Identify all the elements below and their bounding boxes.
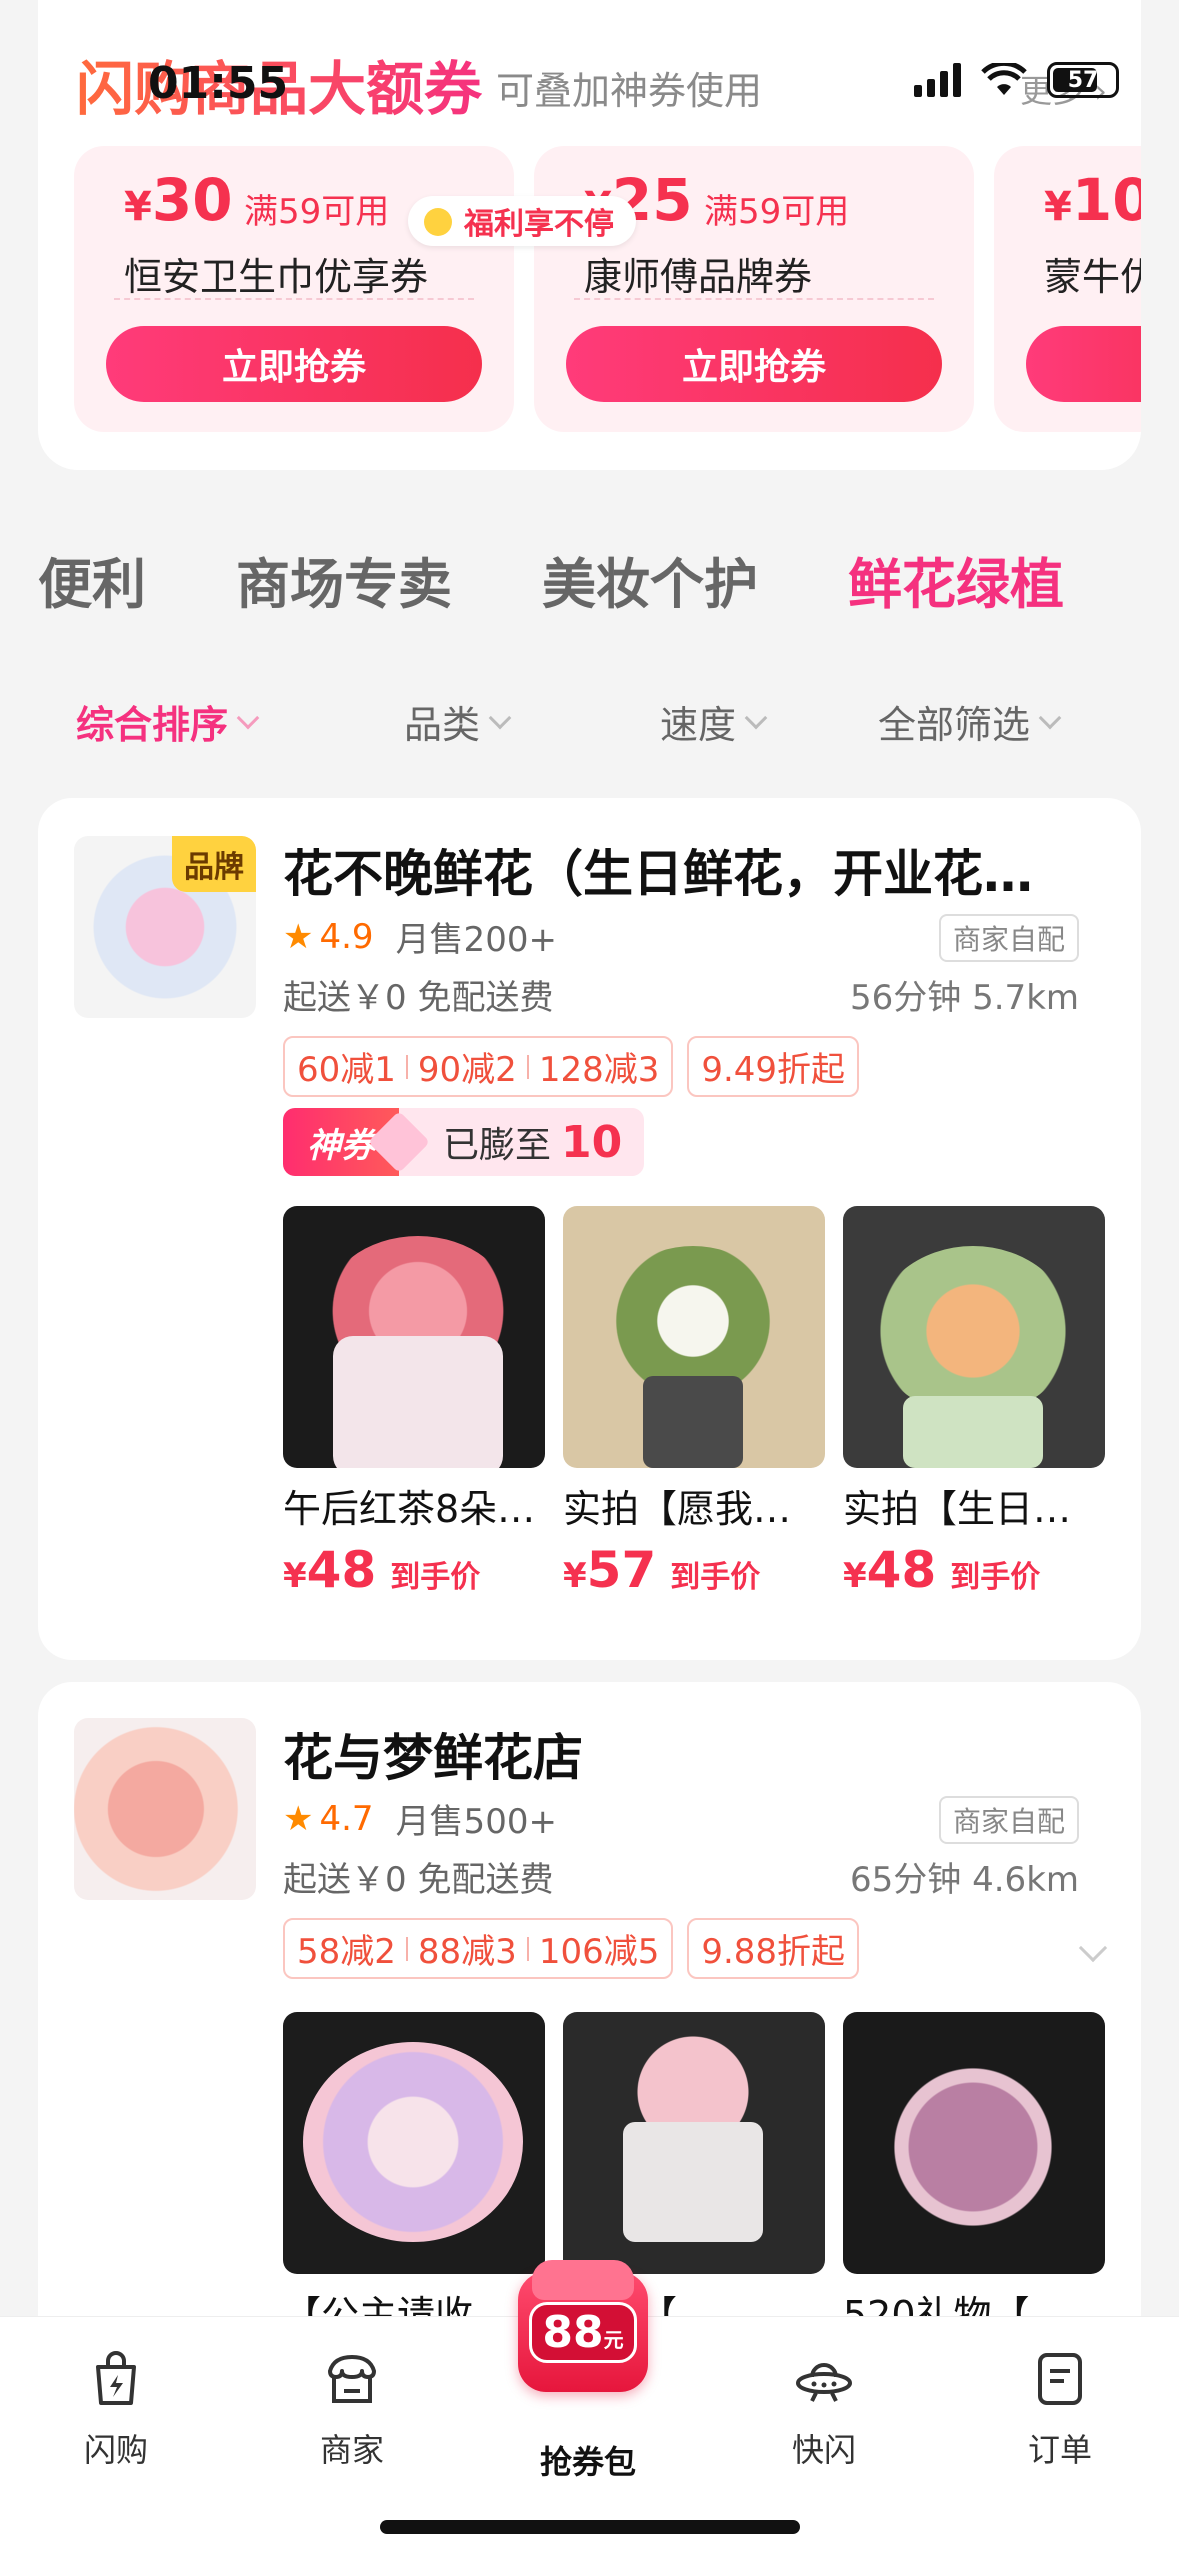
- coupon-card[interactable]: ¥25 满59可用 康师傅品牌券 立即抢券: [534, 146, 974, 432]
- coupon-condition: 满59可用: [244, 192, 390, 232]
- delivery-info: 起送￥0 免配送费: [283, 1860, 554, 1900]
- coupon-name: 恒安卫生巾优享券: [124, 255, 429, 299]
- product-image: [283, 1206, 545, 1468]
- grab-coupon-button[interactable]: 立即抢券: [106, 326, 482, 402]
- product-image: [563, 1206, 825, 1468]
- coupon-price: ¥10: [1044, 166, 1141, 234]
- coupon-name: 康师傅品牌券: [584, 255, 813, 299]
- tab-convenience[interactable]: 便利: [38, 540, 146, 619]
- store-icon: [328, 2355, 376, 2403]
- chevron-down-icon: [1038, 706, 1062, 729]
- battery-icon: 57: [1047, 62, 1119, 98]
- full-reduction-tag: 58减2 88减3 106减5: [283, 1918, 674, 1979]
- banner-subtitle: 可叠加神券使用: [496, 69, 763, 113]
- delivery-type-tag: 商家自配: [938, 914, 1079, 962]
- signal-icon: [914, 63, 961, 97]
- product-item[interactable]: 实拍【生日… ¥48 到手价: [843, 1206, 1105, 1599]
- delivery-info: 起送￥0 免配送费: [283, 978, 554, 1018]
- filter-bar: 综合排序 品类 速度 全部筛选: [0, 694, 1179, 754]
- shopping-bag-icon: [96, 2351, 136, 2405]
- ufo-icon: [796, 2363, 852, 2402]
- coin-icon: [424, 208, 452, 236]
- filter-category[interactable]: 品类: [404, 694, 512, 749]
- product-item[interactable]: 520礼物【…: [843, 2012, 1105, 2339]
- store-logo: [74, 1718, 256, 1900]
- tab-orders[interactable]: 订单: [980, 2347, 1140, 2471]
- order-list-icon: [1038, 2353, 1082, 2405]
- store-card[interactable]: 品牌 花不晚鲜花（生日鲜花，开业花… ★ 4.9 月售200+ 商家自配 起送￥…: [38, 798, 1141, 1660]
- store-name: 花与梦鲜花店: [283, 1729, 583, 1787]
- tab-mall[interactable]: 商场专卖: [236, 540, 452, 619]
- welfare-badge: 福利享不停: [408, 196, 636, 246]
- product-price: ¥48 到手价: [843, 1541, 1041, 1599]
- tab-coupon-pack[interactable]: 抢券包: [508, 2437, 668, 2483]
- product-image: [563, 2012, 825, 2274]
- product-image: [843, 1206, 1105, 1468]
- tab-beauty[interactable]: 美妆个护: [542, 540, 758, 619]
- brand-tag: 品牌: [172, 836, 256, 892]
- filter-sort[interactable]: 综合排序: [76, 694, 260, 749]
- tab-merchant[interactable]: 商家: [272, 2347, 432, 2471]
- filter-speed[interactable]: 速度: [660, 694, 768, 749]
- chevron-down-icon: [236, 706, 260, 729]
- coupon-card[interactable]: ¥30 满59可用 恒安卫生巾优享券 立即抢券: [74, 146, 514, 432]
- product-name: 实拍【愿我…: [563, 1487, 792, 1531]
- promo-tags: 58减2 88减3 106减5 9.88折起: [283, 1918, 860, 1979]
- grab-coupon-button[interactable]: [1026, 326, 1141, 402]
- grab-coupon-button[interactable]: 立即抢券: [566, 326, 942, 402]
- star-icon: ★: [283, 1798, 314, 1839]
- store-rating-row: ★ 4.7 月售500+: [283, 1798, 557, 1843]
- store-logo: 品牌: [74, 836, 256, 1018]
- status-time: 01:55: [148, 58, 289, 109]
- coupon-name: 蒙牛优: [1044, 255, 1141, 299]
- promo-tags: 60减1 90减2 128减3 9.49折起: [283, 1036, 860, 1097]
- product-price: ¥48 到手价: [283, 1541, 481, 1599]
- tab-flash[interactable]: 快闪: [744, 2347, 904, 2471]
- coupon-condition: 满59可用: [704, 192, 850, 232]
- status-icons: 57: [914, 62, 1119, 98]
- chevron-down-icon: [744, 706, 768, 729]
- coupon-redpack-button[interactable]: 88元: [518, 2260, 648, 2392]
- product-item[interactable]: 【公主请收…: [283, 2012, 545, 2339]
- filter-all[interactable]: 全部筛选: [878, 694, 1062, 749]
- product-price: ¥57 到手价: [563, 1541, 761, 1599]
- tab-flowers[interactable]: 鲜花绿植: [848, 540, 1064, 619]
- product-name: 午后红茶8朵…: [283, 1487, 536, 1531]
- discount-tag: 9.49折起: [687, 1036, 860, 1097]
- tab-flash-buy[interactable]: 闪购: [36, 2347, 196, 2471]
- store-rating-row: ★ 4.9 月售200+: [283, 916, 557, 961]
- category-tabs: 便利 商场专卖 美妆个护 鲜花绿植: [38, 540, 1154, 619]
- product-image: [283, 2012, 545, 2274]
- star-icon: ★: [283, 916, 314, 957]
- redpack-amount: 88元: [529, 2301, 637, 2363]
- distance-info: 56分钟 5.7km: [850, 978, 1079, 1018]
- home-indicator[interactable]: [380, 2520, 800, 2534]
- discount-tag: 9.88折起: [687, 1918, 860, 1979]
- product-item[interactable]: 实拍【愿我… ¥57 到手价: [563, 1206, 825, 1599]
- store-name: 花不晚鲜花（生日鲜花，开业花…: [283, 845, 1033, 903]
- product-item[interactable]: 午后红茶8朵… ¥48 到手价: [283, 1206, 545, 1599]
- distance-info: 65分钟 4.6km: [850, 1860, 1079, 1900]
- coupon-price: ¥30: [124, 166, 233, 234]
- coupon-card[interactable]: ¥10 蒙牛优: [994, 146, 1141, 432]
- product-image: [843, 2012, 1105, 2274]
- product-name: 实拍【生日…: [843, 1487, 1072, 1531]
- delivery-type-tag: 商家自配: [938, 1796, 1079, 1844]
- shenquan-coupon: 神券 已膨至 10: [283, 1108, 645, 1176]
- chevron-down-icon: [488, 706, 512, 729]
- full-reduction-tag: 60减1 90减2 128减3: [283, 1036, 674, 1097]
- expand-chevron-icon[interactable]: [1078, 1933, 1108, 1963]
- wifi-icon: [981, 63, 1027, 95]
